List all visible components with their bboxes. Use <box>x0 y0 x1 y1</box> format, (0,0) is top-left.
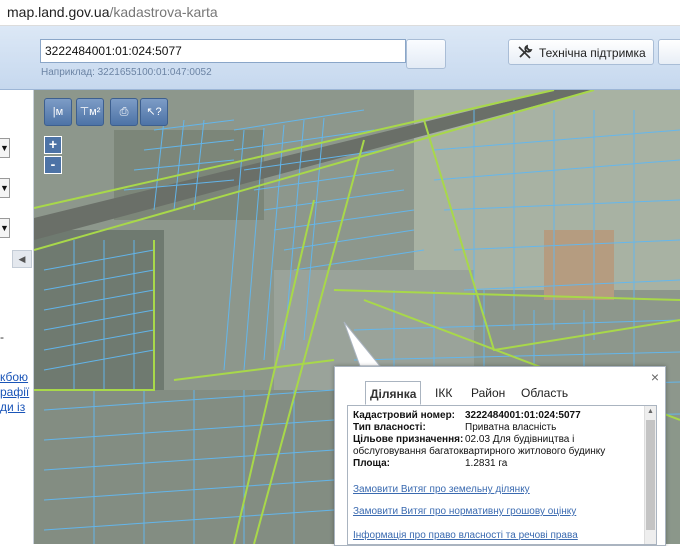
left-panel-link[interactable]: ди із <box>0 400 25 414</box>
ruler-label: м <box>55 106 64 118</box>
chevron-down-icon[interactable]: ▼ <box>0 218 10 238</box>
tab-ikk[interactable]: ІКК <box>431 381 456 405</box>
tab-region[interactable]: Область <box>517 381 572 405</box>
field-ownership-type: Тип власності: Приватна власність <box>353 422 556 433</box>
zoom-out-button[interactable]: - <box>44 156 62 174</box>
wrench-icon <box>518 44 533 59</box>
collapse-panel-button[interactable]: ◀ <box>12 250 32 268</box>
url-path: /kadastrova-karta <box>109 4 218 20</box>
order-valuation-extract-link[interactable]: Замовити Витяг про нормативну грошову оц… <box>353 506 576 517</box>
support-button[interactable]: Технічна підтримка <box>508 39 654 65</box>
parcel-info-popup: × Ділянка ІКК Район Область Кадастровий … <box>334 366 666 546</box>
url-domain: map.land.gov.ua <box>7 4 110 20</box>
field-value: 1.2831 га <box>465 458 508 469</box>
chevron-down-icon[interactable]: ▼ <box>0 138 10 158</box>
field-purpose-cont: обслуговування багатоквартирного житлово… <box>353 446 605 457</box>
url-text[interactable]: map.land.gov.ua/kadastrova-karta <box>7 4 218 20</box>
app-header: 3222484001:01:024:5077 Наприклад: 322165… <box>0 26 680 90</box>
field-label: Цільове призначення: <box>353 434 464 445</box>
tab-district[interactable]: Район <box>467 381 509 405</box>
support-button-label: Технічна підтримка <box>539 46 646 60</box>
tab-parcel[interactable]: Ділянка <box>365 381 422 405</box>
field-value: Приватна власність <box>465 422 557 433</box>
cursor-question-icon[interactable]: ↖? <box>140 98 168 126</box>
field-label: Площа: <box>353 458 390 469</box>
measure-area-button[interactable]: ⊤м² <box>76 98 104 126</box>
scroll-up-icon[interactable]: ▲ <box>647 408 654 415</box>
parcel-details: Кадастровий номер: 3222484001:01:024:5077… <box>347 405 657 545</box>
left-panel-link[interactable]: кбою <box>0 370 28 384</box>
close-icon[interactable]: × <box>651 369 659 385</box>
cadastral-search-input[interactable]: 3222484001:01:024:5077 <box>40 39 406 63</box>
browser-url-bar[interactable]: map.land.gov.ua/kadastrova-karta <box>0 0 680 26</box>
chevron-down-icon[interactable]: ▼ <box>0 178 10 198</box>
header-extra-button[interactable] <box>658 39 680 65</box>
field-area: Площа: 1.2831 га <box>353 458 507 469</box>
field-value: 02.03 Для будівництва і <box>465 434 575 445</box>
left-panel: ▼ ▼ ▼ ◀ - кбою рафії ди із <box>0 90 34 544</box>
area-label: м² <box>89 106 101 118</box>
scrollbar-thumb[interactable] <box>646 420 655 530</box>
zoom-in-button[interactable]: + <box>44 136 62 154</box>
search-example-hint: Наприклад: 3221655100:01:047:0052 <box>41 67 212 78</box>
ownership-info-link[interactable]: Інформація про право власності та речові… <box>353 530 578 541</box>
popup-scrollbar[interactable]: ▲ <box>644 406 656 544</box>
left-panel-link[interactable]: рафії <box>0 385 29 399</box>
field-label: Кадастровий номер: <box>353 410 456 421</box>
search-button[interactable] <box>406 39 446 69</box>
left-panel-dash: - <box>0 330 4 344</box>
printer-icon[interactable]: ⎙ <box>110 98 138 126</box>
field-cadastral-number: Кадастровий номер: 3222484001:01:024:5077 <box>353 410 581 421</box>
field-value: обслуговування багатоквартирного житлово… <box>353 446 606 457</box>
measure-distance-button[interactable]: |м <box>44 98 72 126</box>
field-value: 3222484001:01:024:5077 <box>465 410 581 421</box>
field-label: Тип власності: <box>353 422 426 433</box>
field-purpose: Цільове призначення: 02.03 Для будівництв… <box>353 434 574 445</box>
order-parcel-extract-link[interactable]: Замовити Витяг про земельну ділянку <box>353 484 530 495</box>
